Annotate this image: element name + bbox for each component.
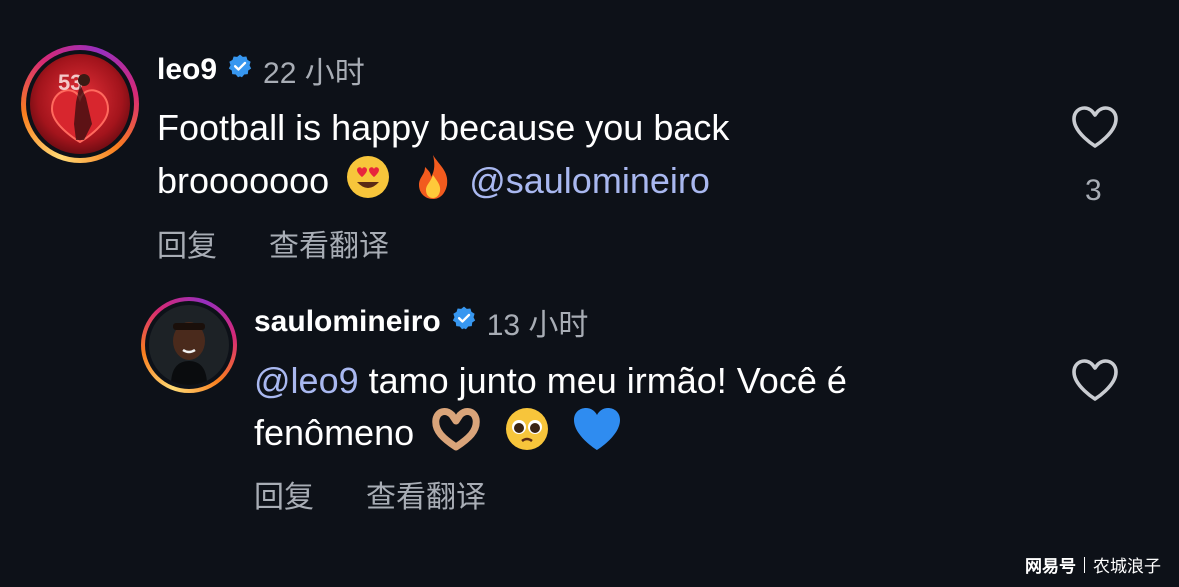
comment-text-line-2: brooooooo @saulomineiro — [157, 153, 729, 214]
avatar-leo9[interactable]: 53 — [21, 45, 139, 163]
avatar-image: 53 — [30, 54, 130, 154]
comment-text-line-2: fenômeno — [254, 406, 847, 465]
watermark-brand: 网易号 — [1025, 557, 1076, 576]
blue-heart-emoji — [572, 406, 622, 465]
mention-link[interactable]: @leo9 — [254, 360, 359, 401]
avatar-image — [149, 305, 229, 385]
timestamp: 13 小时 — [486, 309, 589, 342]
comment-text-line-1: @leo9 tamo junto meu irmão! Você é — [254, 356, 847, 406]
pleading-face-emoji — [504, 406, 550, 465]
comment-text: @leo9 tamo junto meu irmão! Você é fenôm… — [254, 356, 847, 465]
comment-text: Football is happy because you back brooo… — [157, 103, 729, 214]
see-translation-button[interactable]: 查看翻译 — [366, 472, 486, 516]
watermark-author: 农城浪子 — [1093, 557, 1161, 576]
heart-hands-emoji — [430, 407, 482, 464]
fire-emoji — [413, 153, 453, 214]
mention-link[interactable]: @saulomineiro — [469, 160, 710, 201]
verified-badge-icon — [451, 305, 477, 339]
comment-text-line-1: Football is happy because you back — [157, 107, 730, 148]
reply-button[interactable]: 回复 — [157, 221, 217, 265]
like-heart-icon[interactable] — [1070, 104, 1120, 155]
like-heart-icon[interactable] — [1070, 357, 1120, 408]
comment-header: saulomineiro 13 小时 — [254, 302, 588, 342]
see-translation-button[interactable]: 查看翻译 — [269, 221, 389, 265]
avatar-saulomineiro[interactable] — [141, 297, 237, 393]
comment-header: leo9 22 小时 — [157, 50, 365, 90]
like-count: 3 — [1085, 174, 1102, 207]
comment-text-segment: fenômeno — [254, 412, 415, 454]
comment-saulomineiro: saulomineiro 13 小时 @leo9 tamo junto meu … — [0, 280, 1179, 540]
heart-eyes-emoji — [345, 154, 391, 213]
username[interactable]: leo9 — [157, 53, 217, 87]
comment-actions: 回复 查看翻译 — [157, 221, 389, 265]
reply-button[interactable]: 回复 — [254, 472, 314, 516]
comment-text-segment: tamo junto meu irmão! Você é — [368, 360, 847, 401]
verified-badge-icon — [227, 53, 253, 87]
comment-actions: 回复 查看翻译 — [254, 472, 486, 516]
watermark-divider — [1084, 556, 1085, 573]
username[interactable]: saulomineiro — [254, 305, 441, 339]
watermark: 网易号 农城浪子 — [1025, 552, 1161, 577]
timestamp: 22 小时 — [263, 57, 365, 90]
comment-text-segment: brooooooo — [157, 160, 330, 202]
comment-leo9: 53 leo9 22 小时 Football is happy because … — [0, 0, 1179, 270]
